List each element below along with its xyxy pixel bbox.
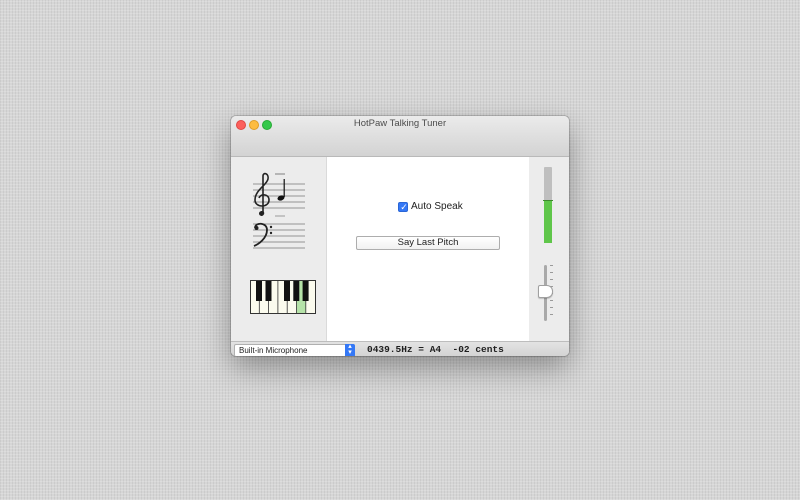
auto-speak-checkbox-row[interactable]: ✓ Auto Speak <box>398 201 463 212</box>
input-source-label: Built-in Microphone <box>239 346 308 355</box>
checkmark-icon: ✓ <box>400 201 408 212</box>
status-bar: Built-in Microphone ▴ ▾ 0439.5Hz = A4 -02… <box>231 341 569 356</box>
level-meter-fill <box>544 201 552 243</box>
pitch-readout: 0439.5Hz = A4 -02 cents <box>367 344 504 355</box>
title-bar: HotPaw Talking Tuner <box>231 116 569 157</box>
tuner-window: HotPaw Talking Tuner ✓ Auto Speak Say La… <box>231 116 569 356</box>
music-staff <box>253 172 305 249</box>
treble-clef-icon <box>254 172 270 216</box>
auto-speak-checkbox[interactable]: ✓ <box>398 201 408 212</box>
level-meter-peak <box>543 200 553 201</box>
bass-clef-icon <box>253 222 273 247</box>
level-meter <box>543 167 553 243</box>
right-panel <box>529 157 569 341</box>
volume-slider-thumb[interactable] <box>538 285 553 298</box>
main-panel: ✓ Auto Speak Say Last Pitch <box>326 157 531 341</box>
window-title: HotPaw Talking Tuner <box>353 118 447 129</box>
input-source-select[interactable]: Built-in Microphone ▴ ▾ <box>234 343 355 356</box>
say-last-pitch-button[interactable]: Say Last Pitch <box>356 236 500 250</box>
left-panel <box>231 157 326 341</box>
auto-speak-label: Auto Speak <box>411 201 463 212</box>
piano-keyboard <box>250 280 316 314</box>
chevron-updown-icon[interactable]: ▴ ▾ <box>345 343 355 356</box>
